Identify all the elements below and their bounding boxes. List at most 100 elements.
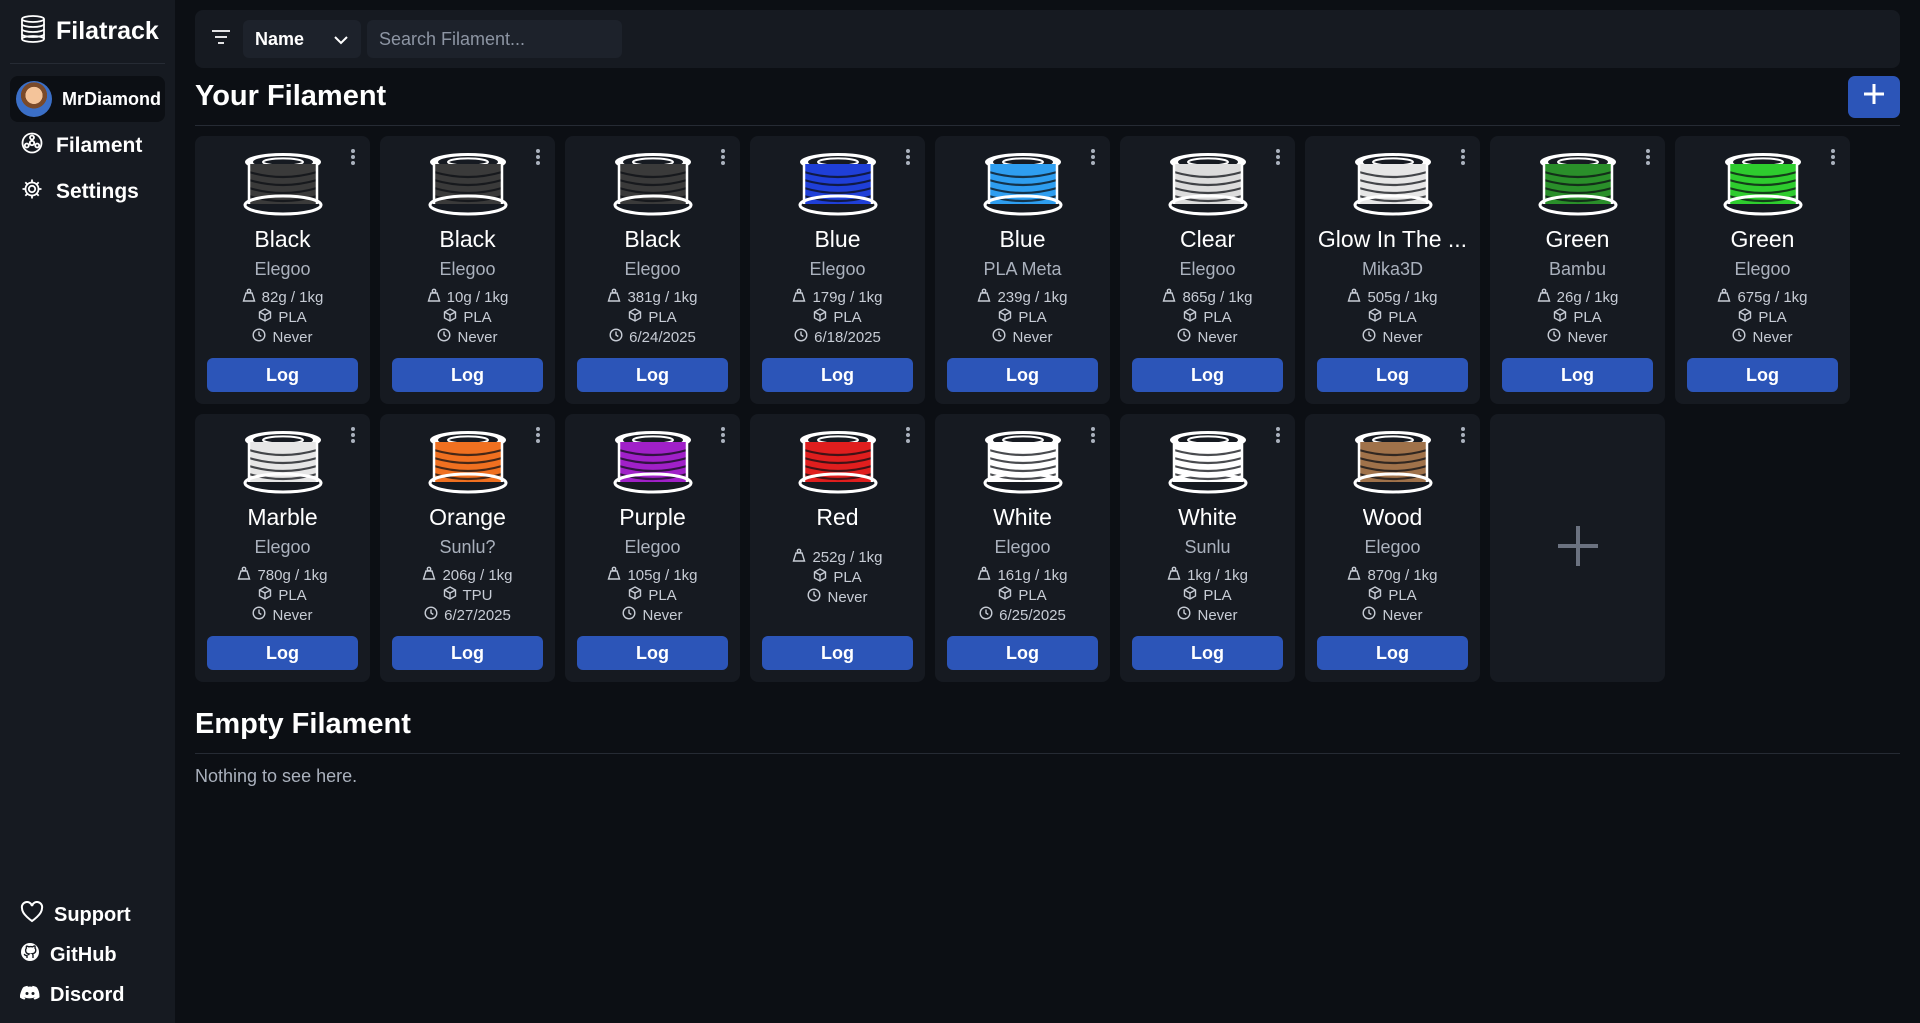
log-button[interactable]: Log bbox=[577, 358, 728, 392]
more-options-icon[interactable] bbox=[1090, 148, 1096, 171]
filament-name: Black bbox=[254, 226, 311, 252]
log-button[interactable]: Log bbox=[392, 358, 543, 392]
filament-card[interactable]: Blue Elegoo 179g / 1kg PLA 6/18/2025 Log bbox=[750, 136, 925, 404]
filament-card[interactable]: White Elegoo 161g / 1kg PLA 6/25/2025 Lo… bbox=[935, 414, 1110, 682]
filament-name: White bbox=[1178, 504, 1237, 530]
filament-card[interactable]: Green Elegoo 675g / 1kg PLA Never Log bbox=[1675, 136, 1850, 404]
weight-icon bbox=[1347, 566, 1361, 584]
filament-card[interactable]: Marble Elegoo 780g / 1kg PLA Never Log bbox=[195, 414, 370, 682]
more-options-icon[interactable] bbox=[720, 148, 726, 171]
more-options-icon[interactable] bbox=[1275, 426, 1281, 449]
more-options-icon[interactable] bbox=[1645, 148, 1651, 171]
filament-card[interactable]: White Sunlu 1kg / 1kg PLA Never Log bbox=[1120, 414, 1295, 682]
log-button[interactable]: Log bbox=[392, 636, 543, 670]
filament-name: Red bbox=[816, 504, 859, 530]
filament-card[interactable]: Black Elegoo 82g / 1kg PLA Never Log bbox=[195, 136, 370, 404]
material-cube-icon bbox=[628, 308, 642, 326]
log-button[interactable]: Log bbox=[947, 358, 1098, 392]
clock-icon bbox=[609, 328, 623, 346]
spool-icon bbox=[428, 428, 508, 494]
sort-select[interactable]: Name bbox=[243, 20, 361, 58]
main-content: Name Your Filament Black Elegoo 82 bbox=[175, 0, 1920, 1023]
filament-name: Green bbox=[1730, 226, 1795, 252]
filament-card[interactable]: Purple Elegoo 105g / 1kg PLA Never Log bbox=[565, 414, 740, 682]
filament-brand: Sunlu? bbox=[439, 537, 496, 557]
filament-weight: 105g / 1kg bbox=[627, 566, 698, 584]
filament-brand: Elegoo bbox=[1364, 537, 1421, 557]
add-filament-button[interactable] bbox=[1848, 75, 1900, 118]
section-header-empty-filament: Empty Filament bbox=[195, 696, 1900, 754]
log-button[interactable]: Log bbox=[1502, 358, 1653, 392]
nav-item-support[interactable]: Support bbox=[10, 895, 165, 935]
filament-last-used: Never bbox=[1382, 606, 1423, 624]
brand[interactable]: Filatrack bbox=[10, 0, 165, 64]
filament-material: PLA bbox=[1388, 308, 1417, 326]
search-input[interactable] bbox=[367, 20, 622, 58]
spool-icon bbox=[798, 150, 878, 216]
filament-card[interactable]: Blue PLA Meta 239g / 1kg PLA Never Log bbox=[935, 136, 1110, 404]
log-button[interactable]: Log bbox=[207, 358, 358, 392]
heart-icon bbox=[20, 900, 44, 929]
filament-weight: 780g / 1kg bbox=[257, 566, 328, 584]
filament-last-used: Never bbox=[827, 588, 868, 606]
spool-icon bbox=[243, 150, 323, 216]
material-cube-icon bbox=[628, 586, 642, 604]
nav-item-github[interactable]: GitHub bbox=[10, 935, 165, 975]
filament-card[interactable]: Glow In The ... Mika3D 505g / 1kg PLA Ne… bbox=[1305, 136, 1480, 404]
filament-last-used: Never bbox=[272, 606, 313, 624]
spool-icon bbox=[983, 150, 1063, 216]
filament-material: PLA bbox=[833, 568, 862, 586]
nav-item-filament[interactable]: Filament bbox=[10, 124, 165, 168]
filament-grid: Black Elegoo 82g / 1kg PLA Never Log Bla… bbox=[195, 136, 1900, 682]
filament-card[interactable]: Black Elegoo 381g / 1kg PLA 6/24/2025 Lo… bbox=[565, 136, 740, 404]
more-options-icon[interactable] bbox=[1460, 148, 1466, 171]
more-options-icon[interactable] bbox=[1830, 148, 1836, 171]
github-icon bbox=[20, 942, 40, 968]
filament-material: PLA bbox=[1758, 308, 1787, 326]
add-filament-card[interactable] bbox=[1490, 414, 1665, 682]
more-options-icon[interactable] bbox=[720, 426, 726, 449]
clock-icon bbox=[992, 328, 1006, 346]
material-cube-icon bbox=[998, 586, 1012, 604]
user-profile[interactable]: MrDiamond bbox=[10, 76, 165, 122]
toolbar: Name bbox=[195, 10, 1900, 68]
filament-brand: Elegoo bbox=[254, 537, 311, 557]
log-button[interactable]: Log bbox=[577, 636, 728, 670]
nav-item-settings[interactable]: Settings bbox=[10, 170, 165, 214]
weight-icon bbox=[977, 288, 991, 306]
log-button[interactable]: Log bbox=[1317, 358, 1468, 392]
log-button[interactable]: Log bbox=[1687, 358, 1838, 392]
filament-weight: 865g / 1kg bbox=[1182, 288, 1253, 306]
weight-icon bbox=[792, 288, 806, 306]
log-button[interactable]: Log bbox=[1317, 636, 1468, 670]
nav-item-discord[interactable]: Discord bbox=[10, 975, 165, 1015]
spool-icon bbox=[613, 150, 693, 216]
log-button[interactable]: Log bbox=[1132, 636, 1283, 670]
filament-card[interactable]: Orange Sunlu? 206g / 1kg TPU 6/27/2025 L… bbox=[380, 414, 555, 682]
log-button[interactable]: Log bbox=[762, 358, 913, 392]
more-options-icon[interactable] bbox=[905, 426, 911, 449]
filament-card[interactable]: Black Elegoo 10g / 1kg PLA Never Log bbox=[380, 136, 555, 404]
filament-card[interactable]: Wood Elegoo 870g / 1kg PLA Never Log bbox=[1305, 414, 1480, 682]
filter-icon[interactable] bbox=[205, 29, 237, 50]
more-options-icon[interactable] bbox=[535, 426, 541, 449]
filament-name: Wood bbox=[1362, 504, 1423, 530]
filament-card[interactable]: Clear Elegoo 865g / 1kg PLA Never Log bbox=[1120, 136, 1295, 404]
log-button[interactable]: Log bbox=[947, 636, 1098, 670]
filament-card[interactable]: Green Bambu 26g / 1kg PLA Never Log bbox=[1490, 136, 1665, 404]
clock-icon bbox=[794, 328, 808, 346]
more-options-icon[interactable] bbox=[350, 148, 356, 171]
more-options-icon[interactable] bbox=[1460, 426, 1466, 449]
more-options-icon[interactable] bbox=[905, 148, 911, 171]
filament-material: PLA bbox=[278, 586, 307, 604]
material-cube-icon bbox=[1738, 308, 1752, 326]
more-options-icon[interactable] bbox=[350, 426, 356, 449]
discord-icon bbox=[19, 984, 40, 1007]
log-button[interactable]: Log bbox=[762, 636, 913, 670]
filament-card[interactable]: Red 252g / 1kg PLA Never Log bbox=[750, 414, 925, 682]
log-button[interactable]: Log bbox=[1132, 358, 1283, 392]
more-options-icon[interactable] bbox=[1275, 148, 1281, 171]
more-options-icon[interactable] bbox=[535, 148, 541, 171]
more-options-icon[interactable] bbox=[1090, 426, 1096, 449]
log-button[interactable]: Log bbox=[207, 636, 358, 670]
